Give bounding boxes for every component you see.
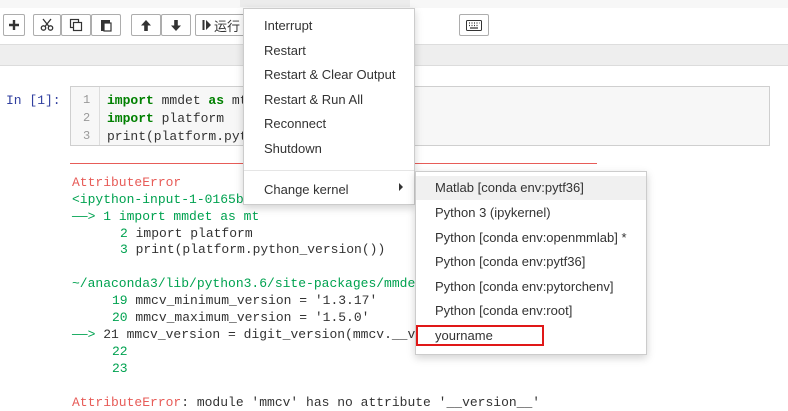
code-line: import platform bbox=[107, 111, 224, 126]
line-number: 20 bbox=[112, 310, 128, 325]
menu-item-restart-run-all[interactable]: Restart & Run All bbox=[264, 92, 363, 107]
paste-button[interactable] bbox=[91, 14, 121, 36]
traceback-line: 19 mmcv_minimum_version = '1.3.17' bbox=[112, 293, 377, 308]
menu-item-reconnect[interactable]: Reconnect bbox=[264, 116, 326, 131]
run-button[interactable]: 运行 bbox=[195, 14, 247, 36]
cell-prompt: In [1]: bbox=[6, 93, 61, 108]
traceback-line: 3 print(platform.python_version()) bbox=[120, 242, 385, 257]
menu-item-change-kernel[interactable]: Change kernel bbox=[264, 182, 349, 197]
menu-tab-kernel[interactable] bbox=[240, 0, 410, 7]
line-number: 3 bbox=[83, 129, 91, 143]
traceback-code: mmcv_maximum_version = '1.5.0' bbox=[127, 310, 370, 325]
code-cell[interactable]: 1 2 3 import mmdet as mt import platform… bbox=[70, 86, 770, 146]
final-error-message: : module 'mmcv' has no attribute '__vers… bbox=[181, 395, 541, 410]
menu-item-interrupt[interactable]: Interrupt bbox=[264, 18, 312, 33]
traceback-line: ——> 21 mmcv_version = digit_version(mmcv… bbox=[72, 327, 446, 342]
traceback-code: 21 mmcv_version = digit_version(mmcv.__v… bbox=[103, 327, 447, 342]
final-error-line: AttributeError: module 'mmcv' has no att… bbox=[72, 395, 540, 410]
traceback-code: print(platform.python_version()) bbox=[127, 242, 386, 257]
arrow-down-icon bbox=[171, 19, 181, 31]
menu-item-shutdown[interactable]: Shutdown bbox=[264, 141, 322, 156]
kernel-option-pytf36[interactable]: Python [conda env:pytf36] bbox=[416, 250, 646, 274]
traceback-line: ——> 1 import mmdet as mt bbox=[72, 209, 259, 224]
line-number: 19 bbox=[112, 293, 128, 308]
traceback-arrow: ——> bbox=[72, 209, 104, 224]
keyword: as bbox=[208, 93, 225, 108]
final-error-name: AttributeError bbox=[72, 395, 182, 410]
copy-button[interactable] bbox=[61, 14, 91, 36]
scissors-icon bbox=[40, 18, 54, 31]
kernel-option-root[interactable]: Python [conda env:root] bbox=[416, 299, 646, 323]
arrow-up-icon bbox=[141, 19, 151, 31]
keyword: import bbox=[107, 93, 154, 108]
copy-icon bbox=[69, 18, 83, 32]
highlight-box bbox=[416, 325, 544, 346]
insert-cell-button[interactable] bbox=[3, 14, 25, 36]
menu-item-restart[interactable]: Restart bbox=[264, 43, 306, 58]
traceback-arrow: ——> bbox=[72, 327, 104, 342]
chevron-right-icon bbox=[399, 183, 403, 191]
line-number: 3 bbox=[120, 242, 128, 257]
step-forward-icon bbox=[202, 20, 211, 30]
keyboard-shortcuts-button[interactable] bbox=[459, 14, 489, 36]
kernel-option-matlab-pytf36[interactable]: Matlab [conda env:pytf36] bbox=[416, 176, 646, 200]
input-reference: <ipython-input-1-0165bd7 bbox=[72, 192, 260, 207]
kernel-option-openmmlab[interactable]: Python [conda env:openmmlab] * bbox=[416, 226, 646, 250]
keyboard-icon bbox=[466, 19, 482, 31]
traceback-line: 2 import platform bbox=[120, 226, 253, 241]
traceback-code: mmcv_minimum_version = '1.3.17' bbox=[127, 293, 378, 308]
line-number: 22 bbox=[112, 344, 128, 359]
line-number: 2 bbox=[83, 111, 91, 125]
traceback-code: 1 import mmdet as mt bbox=[103, 209, 260, 224]
kernel-menu: Interrupt Restart Restart & Clear Output… bbox=[243, 8, 415, 205]
line-number: 1 bbox=[83, 93, 91, 107]
code-text: print(platform.pytho bbox=[107, 129, 264, 144]
move-up-button[interactable] bbox=[131, 14, 161, 36]
line-number: 23 bbox=[112, 361, 128, 376]
cut-button[interactable] bbox=[33, 14, 61, 36]
menu-divider bbox=[244, 170, 414, 171]
traceback-line: 20 mmcv_maximum_version = '1.5.0' bbox=[112, 310, 369, 325]
line-number: 2 bbox=[120, 226, 128, 241]
kernel-option-pytorchenv[interactable]: Python [conda env:pytorchenv] bbox=[416, 275, 646, 299]
error-name: AttributeError bbox=[72, 175, 182, 190]
paste-icon bbox=[101, 20, 112, 32]
code-text: platform bbox=[153, 111, 225, 126]
plus-icon bbox=[9, 20, 19, 30]
traceback-path: ~/anaconda3/lib/python3.6/site-packages/… bbox=[72, 276, 455, 291]
traceback-code: import platform bbox=[127, 226, 253, 241]
code-line: print(platform.pytho bbox=[107, 129, 263, 144]
kernel-option-python3-ipykernel[interactable]: Python 3 (ipykernel) bbox=[416, 201, 646, 225]
code-text: mmdet bbox=[153, 93, 209, 108]
code-line: import mmdet as mt bbox=[107, 93, 247, 108]
menu-item-restart-clear-output[interactable]: Restart & Clear Output bbox=[264, 67, 396, 82]
move-down-button[interactable] bbox=[161, 14, 191, 36]
keyword: import bbox=[107, 111, 154, 126]
run-button-label: 运行 bbox=[214, 19, 241, 35]
